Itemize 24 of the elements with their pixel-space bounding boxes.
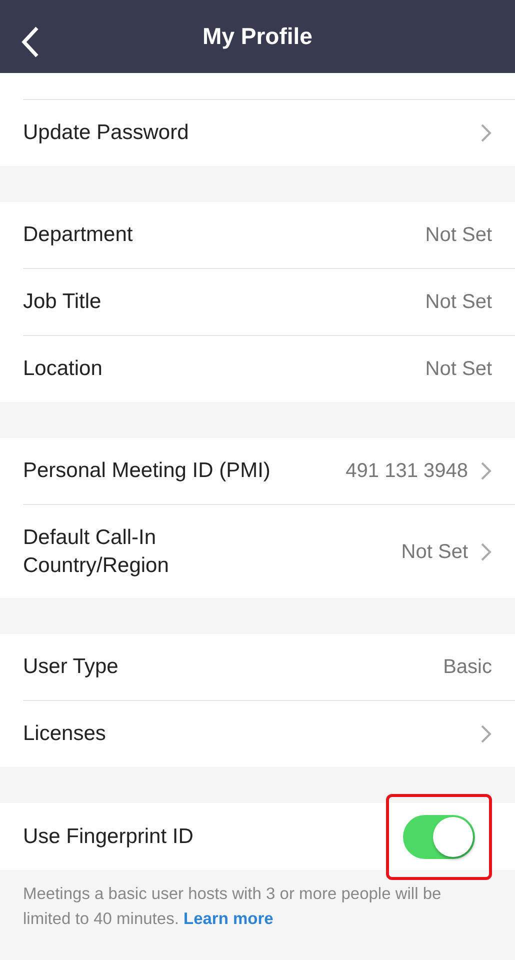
setting-label: User Type (23, 654, 118, 680)
setting-value: Basic (443, 655, 492, 680)
learn-more-link[interactable]: Learn more (184, 910, 274, 928)
toggle-switch[interactable] (403, 814, 475, 858)
setting-label: Use Fingerprint ID (23, 824, 194, 850)
setting-label: Update Password (23, 120, 189, 146)
screen-title: My Profile (202, 22, 312, 52)
setting-value: Not Set (425, 357, 492, 382)
chevron-icon (480, 461, 492, 481)
setting-label: Default Call-In Country/Region (23, 524, 170, 578)
setting-value: 491 131 3948 (346, 459, 468, 484)
setting-value: Not Set (425, 290, 492, 315)
setting-value: Not Set (425, 223, 492, 248)
back-icon[interactable] (20, 26, 40, 58)
chevron-icon (480, 542, 492, 562)
info-note: Meetings a basic user hosts with 3 or more people will be limited to 40 minutes. Learn more (23, 885, 442, 928)
chevron-icon (480, 123, 492, 143)
setting-label: Department (23, 222, 133, 248)
setting-label: Job Title (23, 289, 102, 315)
setting-value: Not Set (401, 540, 468, 564)
setting-label: Licenses (23, 721, 106, 747)
setting-label: Personal Meeting ID (PMI) (23, 458, 270, 484)
chevron-icon (480, 724, 492, 744)
setting-label: Location (23, 356, 102, 382)
